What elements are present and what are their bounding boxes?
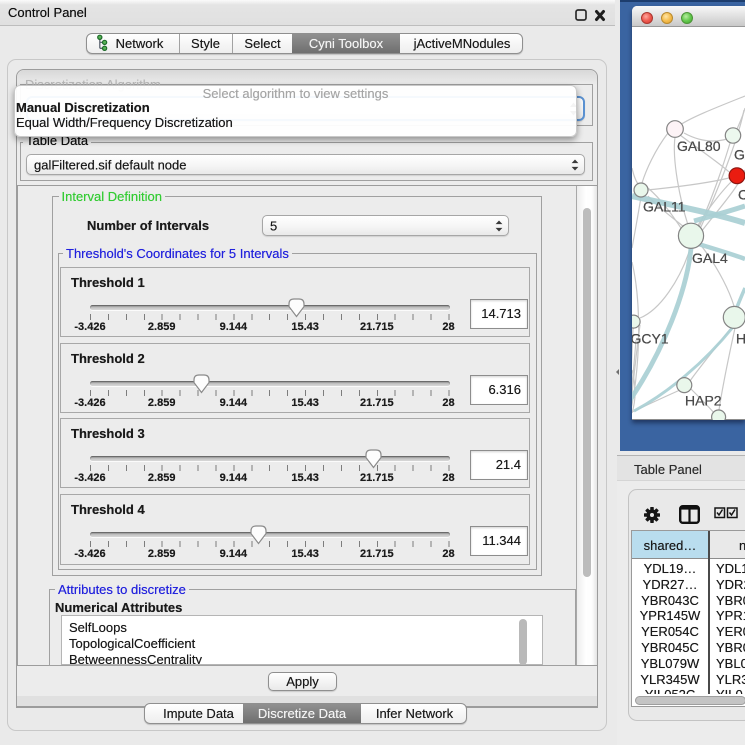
svg-text:HAP2: HAP2	[685, 393, 722, 409]
svg-text:GA: GA	[734, 147, 745, 163]
svg-text:H: H	[736, 331, 745, 347]
svg-text:GCY1: GCY1	[632, 331, 669, 347]
svg-text:GAL80: GAL80	[677, 138, 721, 154]
svg-text:GAL4: GAL4	[692, 250, 728, 266]
svg-text:GAL11: GAL11	[643, 199, 686, 215]
svg-text:C: C	[738, 187, 745, 203]
